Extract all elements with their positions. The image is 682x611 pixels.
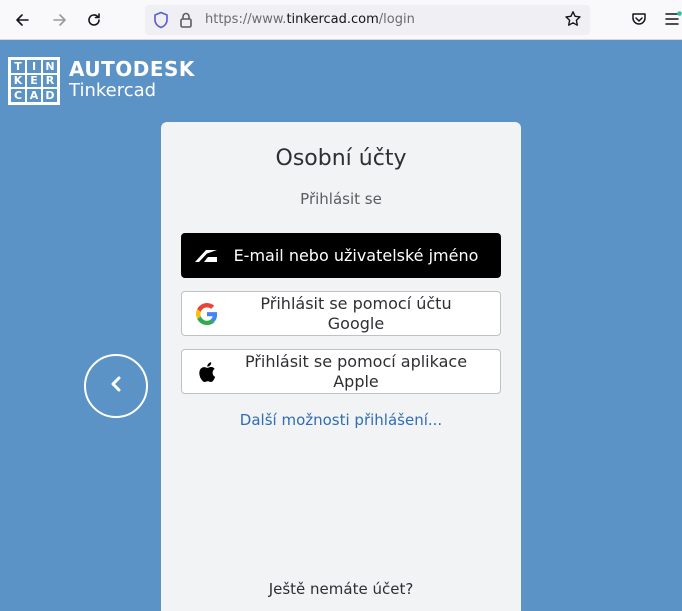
pocket-icon[interactable] xyxy=(631,11,647,31)
no-account-text: Ještě nemáte účet? xyxy=(268,580,414,598)
forward-arrow-icon[interactable] xyxy=(46,6,74,34)
email-login-label: E-mail nebo uživatelské jméno xyxy=(233,245,479,265)
logo-letter: E xyxy=(26,73,42,89)
tinkercad-logo[interactable]: T I N K E R C A D xyxy=(8,57,60,105)
logo-letter: C xyxy=(10,88,26,103)
brand-name: AUTODESK Tinkercad xyxy=(69,58,195,102)
logo-letter: D xyxy=(42,88,58,103)
logo-letter: R xyxy=(42,73,58,89)
url-bar[interactable]: https://www.tinkercad.com/login xyxy=(145,5,590,35)
menu-icon[interactable] xyxy=(665,11,682,31)
bookmark-star-icon[interactable] xyxy=(564,10,582,32)
google-login-label: Přihlásit se pomocí účtu Google xyxy=(260,293,452,333)
brand-product: Tinkercad xyxy=(69,80,157,101)
logo-letter: T xyxy=(10,59,26,74)
url-text: https://www.tinkercad.com/login xyxy=(205,12,415,27)
back-arrow-icon[interactable] xyxy=(8,6,36,34)
browser-toolbar: https://www.tinkercad.com/login xyxy=(0,0,682,40)
google-icon xyxy=(182,302,232,325)
login-card: Osobní účty Přihlásit se E-mail nebo uži… xyxy=(161,122,521,611)
page-subtitle: Přihlásit se xyxy=(300,190,382,208)
page-title: Osobní účty xyxy=(275,146,407,171)
google-login-button[interactable]: Přihlásit se pomocí účtu Google xyxy=(181,291,501,336)
email-login-button[interactable]: E-mail nebo uživatelské jméno xyxy=(181,233,501,278)
logo-letter: A xyxy=(26,88,42,103)
back-button[interactable] xyxy=(84,354,148,418)
logo-letter: K xyxy=(10,73,26,89)
apple-login-label: Přihlásit se pomocí aplikace Apple xyxy=(244,351,468,391)
logo-letter: N xyxy=(42,59,58,74)
autodesk-icon xyxy=(181,249,231,263)
shield-icon[interactable] xyxy=(153,11,169,33)
apple-login-button[interactable]: Přihlásit se pomocí aplikace Apple xyxy=(181,349,501,394)
more-login-options-link[interactable]: Další možnosti přihlášení... xyxy=(161,411,521,429)
brand-company: AUTODESK xyxy=(69,57,195,81)
chevron-left-icon xyxy=(109,375,123,397)
logo-letter: I xyxy=(26,59,42,74)
reload-icon[interactable] xyxy=(80,6,108,34)
lock-icon[interactable] xyxy=(179,11,193,33)
apple-icon xyxy=(182,361,232,382)
